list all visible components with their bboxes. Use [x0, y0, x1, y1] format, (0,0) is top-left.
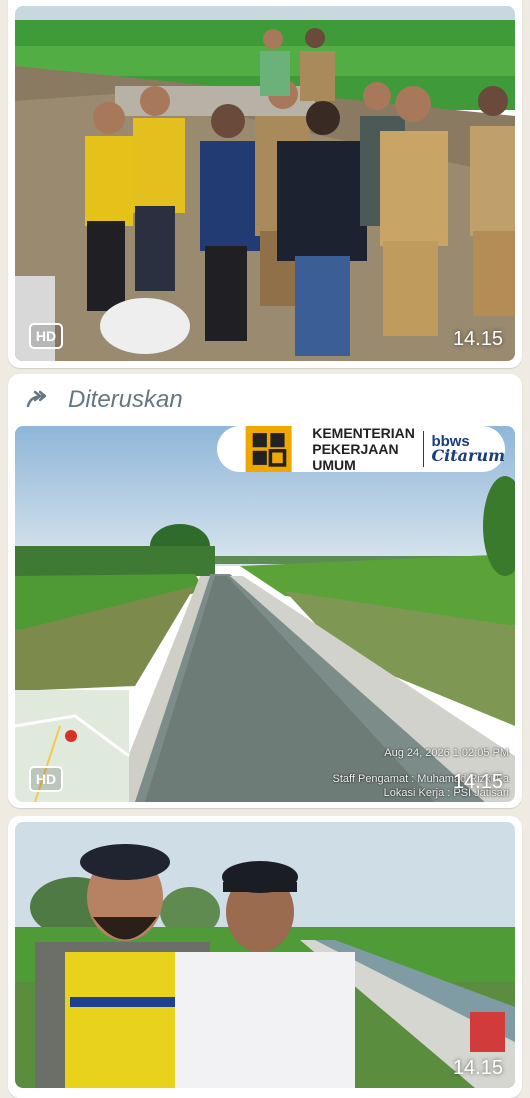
- stamp-datetime: Aug 24, 2026 1:02:05 PM: [384, 747, 509, 759]
- ministry-brand-banner: KEMENTERIAN PEKERJAAN UMUM bbws Citarum: [217, 426, 505, 473]
- field-visit-photo[interactable]: HD 14.15: [15, 6, 515, 361]
- brand-separator: [422, 431, 424, 467]
- workers-image: [15, 822, 515, 1088]
- bbws-logo-bottom: Citarum: [431, 446, 505, 465]
- message-time: 14.15: [452, 771, 503, 793]
- forward-arrow-icon: [26, 390, 47, 408]
- forwarded-indicator: Diteruskan: [26, 386, 183, 414]
- ministry-name: KEMENTERIAN PEKERJAAN UMUM: [312, 426, 415, 473]
- message-bubble-1: HD 14.15: [8, 0, 522, 368]
- message-time: 14.15: [452, 328, 503, 350]
- canal-photo[interactable]: KEMENTERIAN PEKERJAAN UMUM bbws Citarum …: [15, 426, 515, 802]
- forwarded-label: Diteruskan: [68, 386, 183, 413]
- message-time: 14.15: [452, 1057, 503, 1079]
- message-bubble-3: 14.15: [8, 816, 522, 1098]
- message-bubble-2: Diteruskan KEMENTERIAN PEKERJAAN UMUM bb…: [8, 374, 522, 808]
- pu-logo-icon: [245, 426, 292, 472]
- field-visit-image: [15, 6, 515, 361]
- workers-photo[interactable]: 14.15: [15, 822, 515, 1088]
- hd-badge: HD: [29, 766, 63, 792]
- bbws-logo: bbws Citarum: [431, 434, 505, 465]
- hd-badge: HD: [29, 323, 63, 349]
